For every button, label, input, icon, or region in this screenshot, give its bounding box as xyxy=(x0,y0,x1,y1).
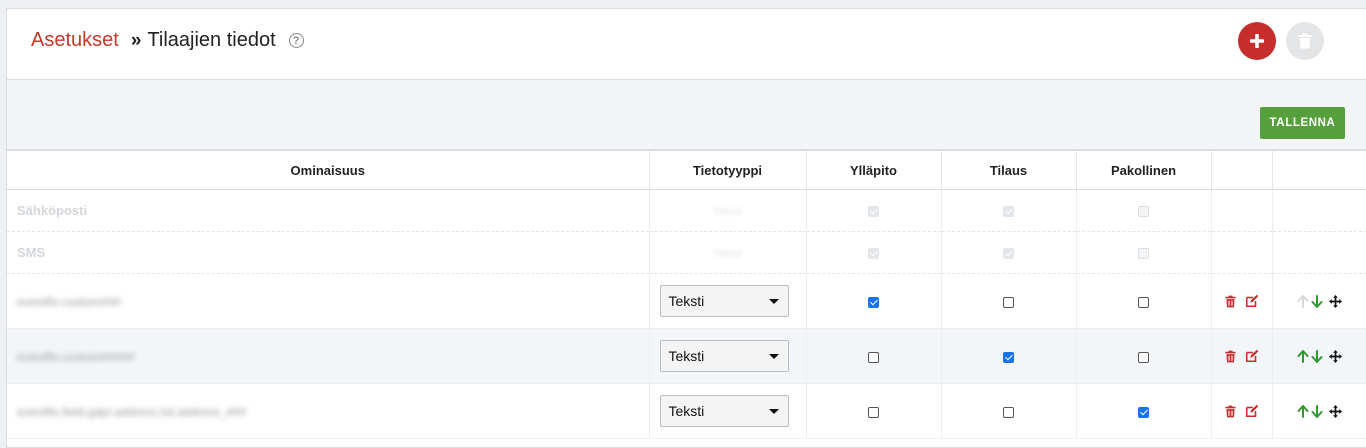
column-header: Tietotyyppi xyxy=(649,151,807,190)
caret-down-icon xyxy=(768,298,779,304)
type-select-value: Teksti xyxy=(668,293,705,309)
table-header-row: Ominaisuus Tietotyyppi Ylläpito Tilaus P… xyxy=(7,151,1366,190)
page-header: Asetukset » Tilaajien tiedot ? xyxy=(7,9,1366,80)
field-name: SMS xyxy=(7,231,650,274)
field-type: Teksti xyxy=(713,248,742,260)
table-row: Sähköposti Teksti xyxy=(7,189,1366,232)
delete-selected-button[interactable] xyxy=(1286,22,1324,60)
column-header: Ominaisuus xyxy=(7,151,650,190)
move-icon[interactable] xyxy=(1329,294,1343,308)
field-name: eventflo.custom##### xyxy=(17,349,135,364)
toolbar: TALLENNA xyxy=(7,80,1366,151)
type-select[interactable]: Teksti xyxy=(659,395,789,427)
breadcrumb-separator: » xyxy=(130,29,141,51)
arrow-up-icon[interactable] xyxy=(1297,349,1309,363)
column-header: Pakollinen xyxy=(1076,151,1212,190)
trash-icon[interactable] xyxy=(1224,295,1236,308)
type-select[interactable]: Teksti xyxy=(659,340,789,372)
caret-down-icon xyxy=(768,353,779,359)
tilaus-checkbox[interactable] xyxy=(1003,406,1014,418)
yllapito-checkbox[interactable] xyxy=(868,296,879,308)
pakollinen-checkbox[interactable] xyxy=(1138,296,1149,308)
subscriber-fields-table: Ominaisuus Tietotyyppi Ylläpito Tilaus P… xyxy=(7,151,1366,439)
arrow-down-icon[interactable] xyxy=(1311,404,1323,418)
tilaus-checkbox[interactable] xyxy=(1003,296,1014,308)
edit-icon[interactable] xyxy=(1245,294,1259,308)
pakollinen-checkbox[interactable] xyxy=(1138,351,1149,363)
trash-icon[interactable] xyxy=(1224,350,1236,363)
question-circle-icon[interactable]: ? xyxy=(288,33,304,48)
yllapito-checkbox[interactable] xyxy=(868,406,879,418)
arrow-down-icon[interactable] xyxy=(1311,294,1323,308)
tilaus-checkbox xyxy=(1003,248,1014,260)
add-field-button[interactable] xyxy=(1238,22,1276,60)
page-title: Tilaajien tiedot xyxy=(147,29,276,51)
column-header: Ylläpito xyxy=(806,151,942,190)
column-header xyxy=(1211,151,1273,190)
pakollinen-checkbox[interactable] xyxy=(1138,406,1149,418)
field-name: Sähköposti xyxy=(7,189,650,232)
arrow-up-icon xyxy=(1297,294,1309,308)
caret-down-icon xyxy=(768,408,779,414)
table-row: SMS Teksti xyxy=(7,231,1366,274)
field-type: Teksti xyxy=(713,206,742,218)
breadcrumb: Asetukset » Tilaajien tiedot ? xyxy=(31,29,304,52)
edit-icon[interactable] xyxy=(1245,404,1259,418)
column-header xyxy=(1272,151,1366,190)
table-row: eventflo.custom### Teksti xyxy=(7,273,1366,329)
field-name: eventflo.field.gdpr.address.hd.address_#… xyxy=(17,404,247,419)
table-row: eventflo.custom##### Teksti xyxy=(7,328,1366,384)
move-icon[interactable] xyxy=(1329,404,1343,418)
trash-icon xyxy=(1298,33,1312,49)
yllapito-checkbox[interactable] xyxy=(868,351,879,363)
pakollinen-checkbox xyxy=(1138,206,1149,218)
settings-panel: Asetukset » Tilaajien tiedot ? TALLENNA xyxy=(6,8,1366,448)
yllapito-checkbox xyxy=(868,248,879,260)
arrow-up-icon[interactable] xyxy=(1297,404,1309,418)
breadcrumb-settings-link[interactable]: Asetukset xyxy=(31,29,119,52)
table-row: eventflo.field.gdpr.address.hd.address_#… xyxy=(7,383,1366,439)
trash-icon[interactable] xyxy=(1224,405,1236,418)
column-header: Tilaus xyxy=(941,151,1077,190)
field-name: eventflo.custom### xyxy=(17,294,122,309)
plus-icon xyxy=(1250,34,1264,48)
yllapito-checkbox xyxy=(868,206,879,218)
edit-icon[interactable] xyxy=(1245,349,1259,363)
save-button[interactable]: TALLENNA xyxy=(1260,107,1345,139)
move-icon[interactable] xyxy=(1329,349,1343,363)
type-select-value: Teksti xyxy=(668,403,705,419)
pakollinen-checkbox xyxy=(1138,248,1149,260)
type-select[interactable]: Teksti xyxy=(659,285,789,317)
type-select-value: Teksti xyxy=(668,348,705,364)
arrow-down-icon[interactable] xyxy=(1311,349,1323,363)
tilaus-checkbox xyxy=(1003,206,1014,218)
tilaus-checkbox[interactable] xyxy=(1003,351,1014,363)
